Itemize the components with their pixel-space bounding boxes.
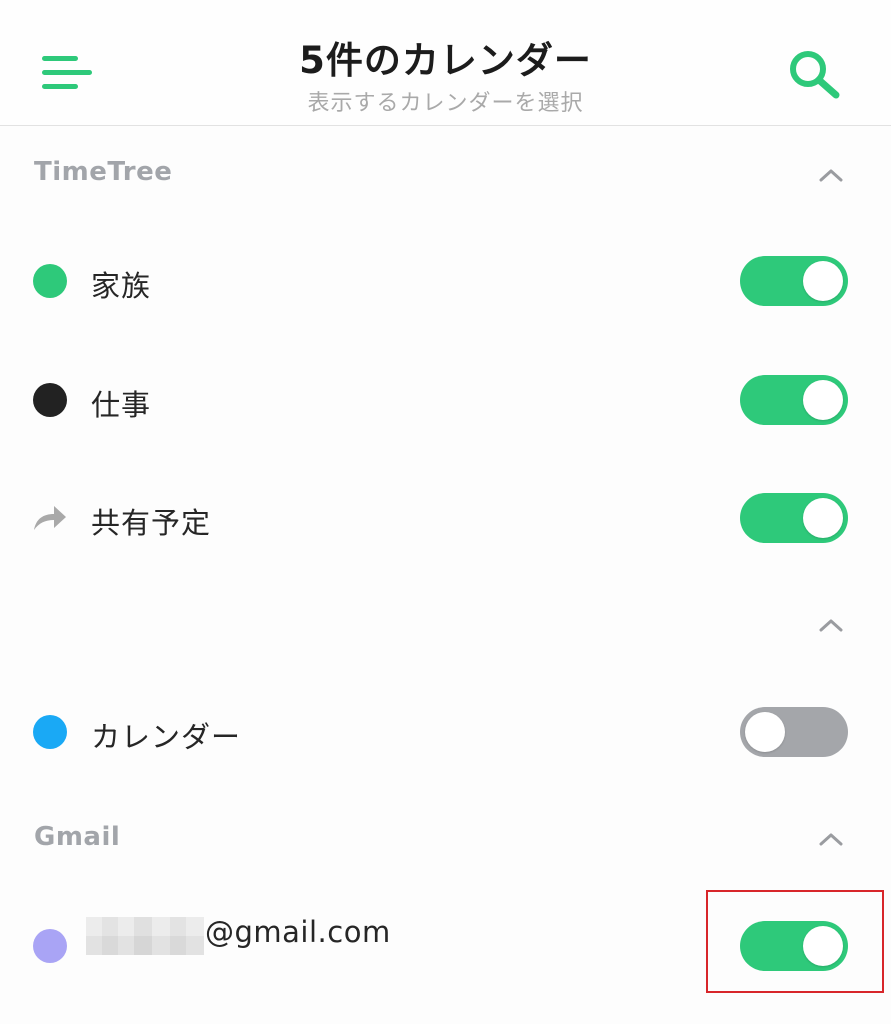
- calendar-row-shared[interactable]: 共有予定: [0, 459, 891, 577]
- page-subtitle: 表示するカレンダーを選択: [307, 91, 584, 116]
- share-arrow-icon: [34, 506, 66, 530]
- chevron-up-icon[interactable]: [817, 830, 845, 848]
- chevron-up-icon[interactable]: [817, 616, 845, 634]
- calendar-visibility-toggle[interactable]: [740, 375, 848, 425]
- section-header-timetree[interactable]: TimeTree: [0, 126, 891, 222]
- calendar-visibility-toggle[interactable]: [740, 707, 848, 757]
- section-header-unnamed[interactable]: [0, 577, 891, 673]
- calendar-color-dot: [33, 383, 67, 417]
- highlight-annotation-box: [706, 890, 884, 993]
- calendar-row-calendar[interactable]: カレンダー: [0, 673, 891, 791]
- section-header-gmail[interactable]: Gmail: [0, 791, 891, 887]
- chevron-up-icon[interactable]: [817, 166, 845, 184]
- section-title: TimeTree: [34, 157, 173, 187]
- calendar-color-dot: [33, 715, 67, 749]
- calendar-color-dot: [33, 264, 67, 298]
- calendar-row-family[interactable]: 家族: [0, 222, 891, 340]
- calendar-label: 家族: [91, 269, 152, 303]
- calendar-label: 仕事: [91, 388, 152, 422]
- calendar-visibility-toggle[interactable]: [740, 256, 848, 306]
- calendar-label: カレンダー: [91, 720, 242, 754]
- calendar-label: @gmail.com: [205, 915, 391, 949]
- calendar-color-dot: [33, 929, 67, 963]
- calendar-row-work[interactable]: 仕事: [0, 341, 891, 459]
- redacted-email-username: [86, 917, 204, 955]
- section-title: Gmail: [34, 822, 121, 852]
- page-title: 5件のカレンダー: [299, 39, 592, 82]
- search-icon[interactable]: [786, 48, 844, 100]
- calendar-label: 共有予定: [91, 506, 212, 540]
- header: 5件のカレンダー 表示するカレンダーを選択: [0, 0, 891, 126]
- calendar-visibility-toggle[interactable]: [740, 493, 848, 543]
